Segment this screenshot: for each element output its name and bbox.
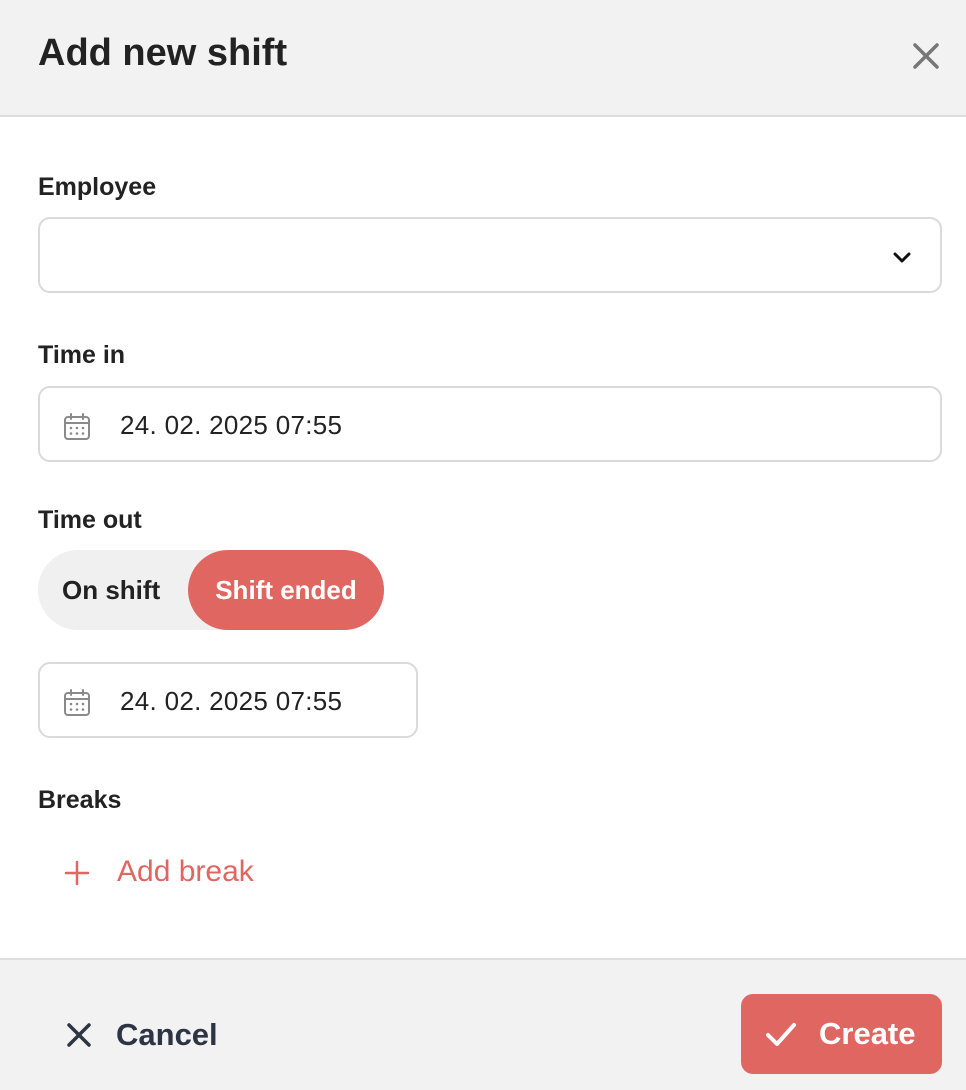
breaks-label: Breaks: [38, 786, 122, 814]
cancel-label: Cancel: [116, 1017, 218, 1052]
close-icon: [913, 43, 939, 69]
calendar-icon: [64, 689, 90, 716]
check-icon: [766, 1023, 796, 1046]
employee-select[interactable]: [38, 217, 942, 293]
add-shift-modal: Add new shift Employee Time in 24. 02. 2…: [0, 0, 966, 1090]
time-out-value: 24. 02. 2025 07:55: [120, 686, 343, 716]
chevron-down-icon: [893, 252, 911, 263]
time-out-label: Time out: [38, 506, 142, 534]
plus-icon: [64, 860, 90, 886]
close-button[interactable]: [906, 36, 946, 76]
cancel-button[interactable]: Cancel: [62, 1010, 262, 1060]
shift-ended-option[interactable]: Shift ended: [188, 550, 384, 630]
on-shift-option[interactable]: On shift: [62, 575, 160, 605]
add-break-label: Add break: [117, 855, 254, 888]
time-out-toggle: On shift Shift ended: [38, 550, 384, 630]
modal-footer: Cancel Create: [0, 958, 966, 1090]
create-button[interactable]: Create: [741, 994, 942, 1074]
close-icon: [67, 1023, 91, 1047]
calendar-icon: [64, 413, 90, 440]
time-in-field[interactable]: 24. 02. 2025 07:55: [38, 386, 942, 462]
create-label: Create: [819, 1016, 916, 1051]
modal-header: Add new shift: [0, 0, 966, 117]
time-out-field[interactable]: 24. 02. 2025 07:55: [38, 662, 418, 738]
time-in-value: 24. 02. 2025 07:55: [120, 410, 343, 440]
time-in-label: Time in: [38, 341, 126, 369]
modal-title: Add new shift: [38, 32, 288, 74]
employee-label: Employee: [38, 173, 157, 201]
